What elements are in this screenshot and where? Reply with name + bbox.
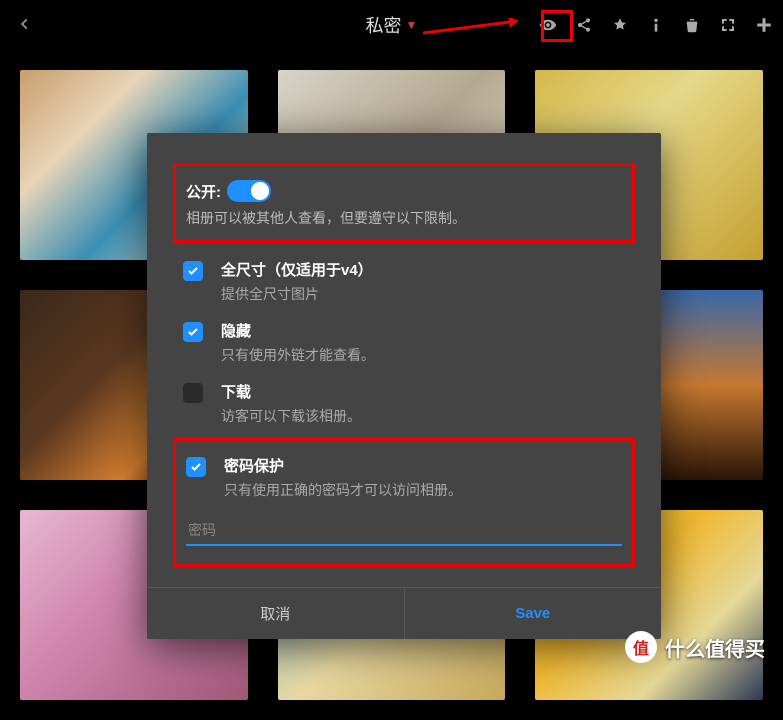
fullscreen-icon[interactable] bbox=[719, 16, 737, 34]
cancel-button[interactable]: 取消 bbox=[147, 588, 405, 639]
watermark-logo: 值 bbox=[625, 631, 657, 663]
toolbar-actions bbox=[539, 16, 773, 34]
visibility-dialog: 公开: 相册可以被其他人查看，但要遵守以下限制。 全尺寸（仅适用于v4） 提供全… bbox=[147, 133, 661, 639]
password-input[interactable] bbox=[186, 516, 622, 546]
info-icon[interactable] bbox=[647, 16, 665, 34]
option-download[interactable]: 下载 访客可以下载该相册。 bbox=[173, 373, 635, 434]
password-section: 密码保护 只有使用正确的密码才可以访问相册。 bbox=[173, 438, 635, 567]
checkbox-hidden[interactable] bbox=[183, 322, 203, 342]
annotation-arrow bbox=[423, 18, 533, 38]
option-title: 全尺寸（仅适用于v4） bbox=[221, 259, 373, 280]
watermark: 值 什么值得买 bbox=[625, 631, 765, 663]
add-icon[interactable] bbox=[755, 16, 773, 34]
option-title: 密码保护 bbox=[224, 455, 462, 476]
option-title: 下载 bbox=[221, 381, 361, 402]
option-fullsize[interactable]: 全尺寸（仅适用于v4） 提供全尺寸图片 bbox=[173, 251, 635, 312]
checkbox-fullsize[interactable] bbox=[183, 261, 203, 281]
watermark-text: 什么值得买 bbox=[665, 633, 765, 662]
trash-icon[interactable] bbox=[683, 16, 701, 34]
option-password[interactable]: 密码保护 只有使用正确的密码才可以访问相册。 bbox=[186, 447, 622, 508]
save-button[interactable]: Save bbox=[405, 588, 662, 639]
annotation-highlight-eye bbox=[541, 10, 573, 42]
page-title[interactable]: 私密 ▼ bbox=[366, 12, 418, 38]
caret-down-icon: ▼ bbox=[406, 18, 418, 32]
option-desc: 提供全尺寸图片 bbox=[221, 284, 373, 304]
topbar: 私密 ▼ bbox=[0, 0, 783, 50]
option-desc: 只有使用正确的密码才可以访问相册。 bbox=[224, 480, 462, 500]
option-desc: 只有使用外链才能查看。 bbox=[221, 345, 375, 365]
option-title: 隐藏 bbox=[221, 320, 375, 341]
public-toggle[interactable] bbox=[227, 180, 271, 202]
checkbox-password[interactable] bbox=[186, 457, 206, 477]
option-hidden[interactable]: 隐藏 只有使用外链才能查看。 bbox=[173, 312, 635, 373]
title-text: 私密 bbox=[366, 12, 402, 38]
share-icon[interactable] bbox=[575, 16, 593, 34]
public-label: 公开: bbox=[186, 181, 221, 202]
public-desc: 相册可以被其他人查看，但要遵守以下限制。 bbox=[186, 208, 622, 228]
public-section: 公开: 相册可以被其他人查看，但要遵守以下限制。 bbox=[173, 163, 635, 243]
pin-icon[interactable] bbox=[611, 16, 629, 34]
checkbox-download[interactable] bbox=[183, 383, 203, 403]
option-desc: 访客可以下载该相册。 bbox=[221, 406, 361, 426]
back-icon[interactable] bbox=[10, 15, 40, 36]
